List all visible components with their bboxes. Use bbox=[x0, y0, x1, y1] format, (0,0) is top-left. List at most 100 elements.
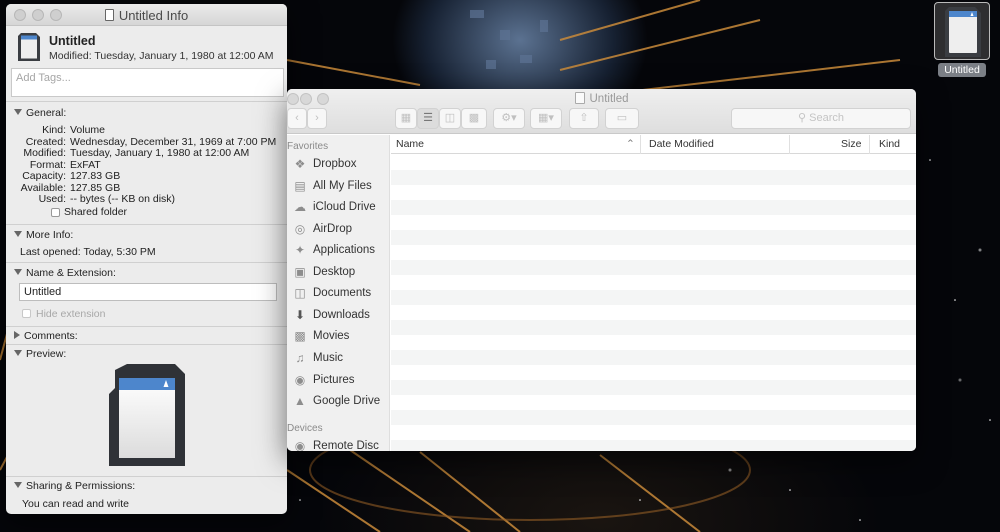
shared-folder-checkbox[interactable] bbox=[51, 208, 60, 217]
sidebar-item-downloads[interactable]: ⬇ Downloads bbox=[292, 306, 390, 326]
desktop-icon: ▣ bbox=[294, 265, 306, 279]
dropbox-icon: ❖ bbox=[294, 157, 306, 171]
disclosure-down-icon bbox=[14, 350, 22, 356]
preview-title: Preview: bbox=[26, 348, 67, 360]
google-drive-icon: ▲ bbox=[294, 394, 306, 408]
sidebar-item-label: All My Files bbox=[313, 180, 372, 192]
back-button[interactable]: ‹ bbox=[287, 108, 307, 129]
disclosure-down-icon bbox=[14, 269, 22, 275]
comments-toggle[interactable]: Comments: bbox=[14, 330, 78, 342]
modified-value: Tuesday, January 1, 1980 at 12:00 AM bbox=[70, 147, 250, 159]
used-key: Used: bbox=[38, 193, 66, 205]
column-separator[interactable] bbox=[789, 135, 790, 154]
arrange-menu-button[interactable]: ▦▾ bbox=[530, 108, 562, 129]
tags-button[interactable]: ▭ bbox=[605, 108, 639, 129]
general-toggle[interactable]: General: bbox=[14, 107, 66, 119]
used-value: -- bytes (-- KB on disk) bbox=[70, 193, 176, 205]
finder-title: Untitled bbox=[287, 92, 916, 105]
downloads-icon: ⬇ bbox=[294, 308, 306, 322]
column-header-size[interactable]: Size bbox=[841, 135, 861, 154]
name-extension-toggle[interactable]: Name & Extension: bbox=[14, 267, 116, 279]
pictures-icon: ◉ bbox=[294, 373, 306, 387]
sidebar-item-music[interactable]: ♫ Music bbox=[292, 349, 390, 369]
cover-flow-button[interactable]: ▩ bbox=[461, 108, 487, 129]
file-rows-empty[interactable] bbox=[391, 155, 916, 451]
sharing-title: Sharing & Permissions: bbox=[26, 480, 136, 492]
sd-card-preview-icon bbox=[109, 364, 185, 466]
sidebar-item-documents[interactable]: ◫ Documents bbox=[292, 284, 390, 304]
sidebar-item-airdrop[interactable]: ◎ AirDrop bbox=[292, 220, 390, 240]
sidebar-item-applications[interactable]: ✦ Applications bbox=[292, 241, 390, 261]
sidebar-item-desktop[interactable]: ▣ Desktop bbox=[292, 263, 390, 283]
column-view-button[interactable]: ◫ bbox=[439, 108, 461, 129]
cloud-icon: ☁ bbox=[294, 200, 306, 214]
sidebar-item-label: Remote Disc bbox=[313, 440, 379, 451]
sidebar-item-label: Dropbox bbox=[313, 158, 357, 170]
capacity-key: Capacity: bbox=[22, 170, 66, 182]
action-menu-button[interactable]: ⚙▾ bbox=[493, 108, 525, 129]
column-header-name[interactable]: Name bbox=[396, 135, 424, 154]
sidebar-item-all-my-files[interactable]: ▤ All My Files bbox=[292, 177, 390, 197]
info-titlebar: Untitled Info bbox=[6, 4, 287, 26]
sidebar-item-label: iCloud Drive bbox=[313, 201, 376, 213]
cover-flow-icon: ▩ bbox=[468, 112, 480, 124]
sidebar-item-label: Music bbox=[313, 352, 344, 364]
file-list: Name ⌃ Date Modified Size Kind bbox=[391, 135, 916, 451]
kind-key: Kind: bbox=[42, 124, 66, 136]
info-item-modified: Modified: Tuesday, January 1, 1980 at 12… bbox=[49, 50, 274, 62]
forward-button[interactable]: › bbox=[307, 108, 327, 129]
name-extension-title: Name & Extension: bbox=[26, 267, 116, 279]
volume-icon bbox=[574, 92, 585, 104]
sidebar-item-label: Pictures bbox=[313, 374, 355, 386]
sidebar-item-icloud-drive[interactable]: ☁ iCloud Drive bbox=[292, 198, 390, 218]
share-button[interactable]: ⇧ bbox=[569, 108, 599, 129]
more-info-section: More Info: Last opened: Today, 5:30 PM bbox=[6, 224, 287, 262]
all-files-icon: ▤ bbox=[294, 179, 306, 193]
sidebar-item-dropbox[interactable]: ❖ Dropbox bbox=[292, 155, 390, 175]
get-info-window: Untitled Info Untitled Modified: Tuesday… bbox=[6, 4, 287, 514]
sidebar-item-pictures[interactable]: ◉ Pictures bbox=[292, 371, 390, 391]
icon-view-button[interactable]: ▦ bbox=[395, 108, 417, 129]
column-separator[interactable] bbox=[640, 135, 641, 154]
sidebar-item-google-drive[interactable]: ▲ Google Drive bbox=[292, 392, 390, 412]
finder-window: Untitled ‹ › ▦ ☰ ◫ ▩ ⚙▾ ▦▾ ⇧ ▭ ⚲ Search … bbox=[287, 89, 916, 451]
column-header-date-modified[interactable]: Date Modified bbox=[649, 135, 714, 154]
list-view-button[interactable]: ☰ bbox=[417, 108, 439, 129]
hide-extension-checkbox[interactable] bbox=[22, 309, 31, 318]
search-input[interactable]: ⚲ Search bbox=[731, 108, 911, 129]
tags-input[interactable]: Add Tags... bbox=[11, 68, 284, 97]
finder-title-text: Untitled bbox=[589, 93, 629, 105]
applications-icon: ✦ bbox=[294, 243, 306, 257]
desktop-volume-icon[interactable]: Untitled bbox=[932, 2, 992, 78]
movies-icon: ▩ bbox=[294, 329, 306, 343]
search-icon: ⚲ bbox=[798, 112, 807, 124]
icon-view-icon: ▦ bbox=[400, 112, 412, 124]
shared-folder-label: Shared folder bbox=[64, 206, 128, 218]
sidebar-item-label: AirDrop bbox=[313, 223, 352, 235]
sharing-toggle[interactable]: Sharing & Permissions: bbox=[14, 480, 135, 492]
info-item-name: Untitled bbox=[49, 34, 96, 48]
column-header-kind[interactable]: Kind bbox=[879, 135, 900, 154]
sidebar-item-remote-disc[interactable]: ◉ Remote Disc bbox=[292, 437, 390, 451]
column-separator[interactable] bbox=[869, 135, 870, 154]
preview-toggle[interactable]: Preview: bbox=[14, 348, 66, 360]
sidebar-item-movies[interactable]: ▩ Movies bbox=[292, 327, 390, 347]
kind-value: Volume bbox=[70, 124, 106, 136]
desktop-icon-label: Untitled bbox=[938, 63, 986, 77]
sd-card-small-icon bbox=[18, 33, 40, 61]
column-view-icon: ◫ bbox=[444, 112, 456, 124]
permissions-text: You can read and write bbox=[22, 498, 130, 510]
finder-sidebar: Favorites ❖ Dropbox ▤ All My Files ☁ iCloud… bbox=[287, 135, 390, 451]
general-section: General: Kind: Volume Created: Wednesday, … bbox=[6, 101, 287, 227]
name-input[interactable]: Untitled bbox=[19, 283, 277, 301]
hide-extension-label: Hide extension bbox=[36, 308, 106, 320]
capacity-value: 127.83 GB bbox=[70, 170, 121, 182]
list-view-icon: ☰ bbox=[423, 112, 433, 124]
list-header: Name ⌃ Date Modified Size Kind bbox=[391, 135, 916, 154]
more-info-toggle[interactable]: More Info: bbox=[14, 229, 73, 241]
comments-section: Comments: bbox=[6, 326, 287, 344]
devices-heading: Devices bbox=[287, 423, 323, 434]
more-info-title: More Info: bbox=[26, 229, 74, 241]
sort-ascending-icon: ⌃ bbox=[626, 138, 635, 150]
arrange-icon: ▦▾ bbox=[538, 112, 554, 124]
